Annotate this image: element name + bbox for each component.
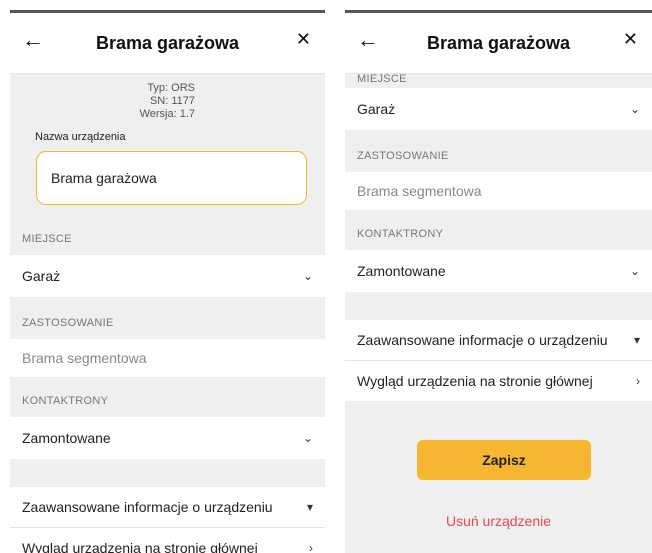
caret-down-icon: ▾ [306, 500, 313, 514]
usage-label: ZASTOSOWANIE [22, 317, 114, 329]
header: ← Brama garażowa ✕ [10, 13, 325, 74]
close-icon[interactable]: ✕ [296, 29, 311, 50]
contacts-label: KONTAKTRONY [22, 395, 109, 407]
usage-value: Brama segmentowa [357, 183, 482, 199]
contacts-select[interactable]: Zamontowane ⌄ [10, 417, 325, 459]
chevron-down-icon: ⌄ [629, 102, 640, 116]
close-icon[interactable]: ✕ [623, 29, 638, 50]
place-value: Garaż [22, 268, 61, 284]
header: ← Brama garażowa ✕ [345, 13, 652, 74]
chevron-right-icon: › [636, 374, 640, 388]
left-screen: ← Brama garażowa ✕ Typ: ORS SN: 1177 Wer… [10, 10, 325, 553]
page-title: Brama garażowa [95, 32, 240, 53]
usage-label: ZASTOSOWANIE [357, 150, 449, 162]
contacts-value: Zamontowane [22, 430, 111, 446]
advanced-info-label: Zaawansowane informacje o urządzeniu [22, 499, 273, 515]
chevron-right-icon: › [309, 541, 313, 553]
arrow-left-icon[interactable]: ← [22, 27, 44, 53]
appearance-label: Wygląd urządzenia na stronie głównej [22, 540, 258, 553]
usage-value: Brama segmentowa [22, 350, 147, 366]
chevron-down-icon: ⌄ [302, 431, 313, 445]
place-select[interactable]: Garaż ⌄ [345, 88, 652, 130]
place-label: MIEJSCE [357, 74, 407, 85]
delete-device-button[interactable]: Usuń urządzenie [345, 513, 652, 529]
advanced-info-label: Zaawansowane informacje o urządzeniu [357, 332, 608, 348]
place-select[interactable]: Garaż ⌄ [10, 255, 325, 297]
device-name-input[interactable]: Brama garażowa [36, 151, 307, 205]
contacts-value: Zamontowane [357, 263, 446, 279]
appearance-label: Wygląd urządzenia na stronie głównej [357, 373, 593, 389]
device-name-label: Nazwa urządzenia [35, 131, 126, 143]
usage-value-row: Brama segmentowa [345, 172, 652, 210]
appearance-row[interactable]: Wygląd urządzenia na stronie głównej › [345, 361, 652, 401]
advanced-info-row[interactable]: Zaawansowane informacje o urządzeniu ▾ [345, 320, 652, 360]
chevron-down-icon: ⌄ [629, 264, 640, 278]
appearance-row[interactable]: Wygląd urządzenia na stronie głównej › [10, 528, 325, 553]
device-version: Wersja: 1.7 [139, 108, 195, 120]
save-button[interactable]: Zapisz [417, 440, 591, 480]
page-title: Brama garażowa [426, 32, 571, 53]
contacts-select[interactable]: Zamontowane ⌄ [345, 250, 652, 292]
device-info: Typ: ORS SN: 1177 Wersja: 1.7 [10, 82, 325, 121]
arrow-left-icon[interactable]: ← [357, 27, 379, 53]
device-sn: SN: 1177 [149, 95, 195, 107]
chevron-down-icon: ⌄ [302, 269, 313, 283]
place-value: Garaż [357, 101, 396, 117]
contacts-label: KONTAKTRONY [357, 228, 444, 240]
usage-value-row: Brama segmentowa [10, 339, 325, 377]
right-screen: ← Brama garażowa ✕ MIEJSCE Garaż ⌄ ZASTO… [345, 10, 652, 553]
advanced-info-row[interactable]: Zaawansowane informacje o urządzeniu ▾ [10, 487, 325, 527]
place-label: MIEJSCE [22, 233, 72, 245]
caret-down-icon: ▾ [633, 333, 640, 347]
device-type: Typ: ORS [147, 82, 195, 94]
